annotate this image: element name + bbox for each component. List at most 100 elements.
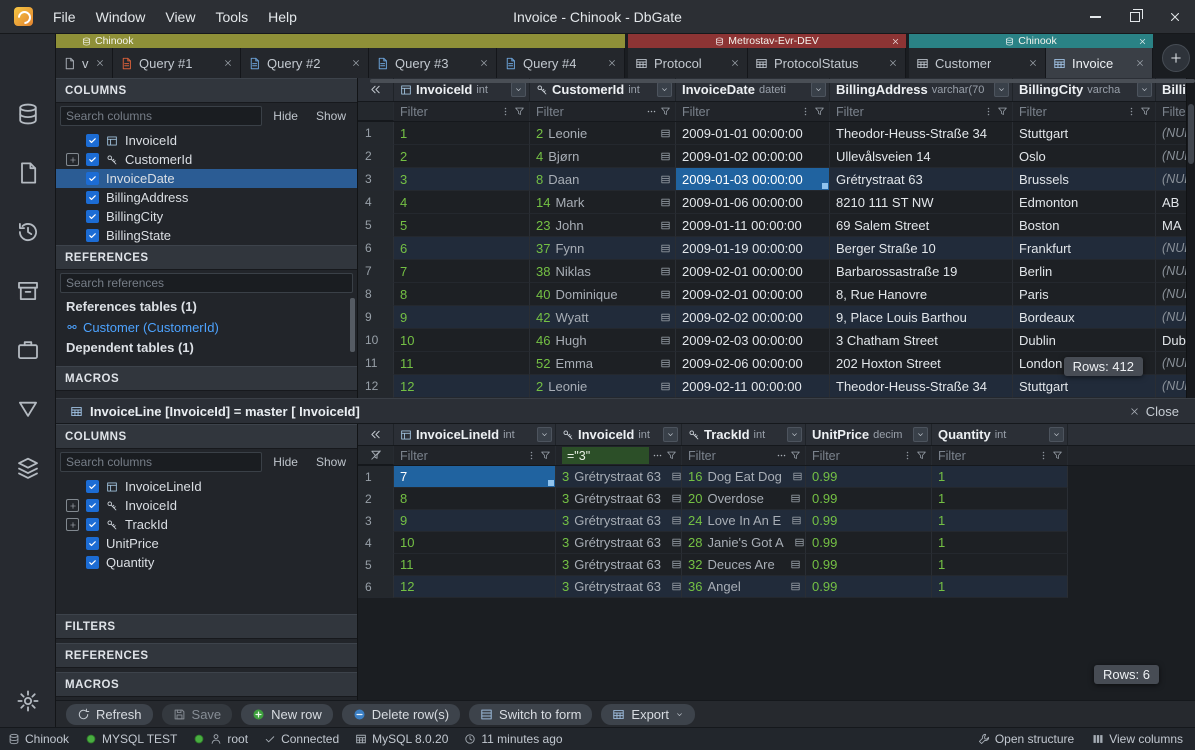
cell-invoicelineid[interactable]: 10	[394, 532, 556, 554]
cell-invoicedate[interactable]: 2009-02-03 00:00:00	[676, 329, 830, 352]
show-columns-button[interactable]: Show	[309, 452, 353, 472]
cell-invoiceid[interactable]: 12	[394, 375, 530, 398]
delete-row-s-button[interactable]: Delete row(s)	[342, 704, 460, 725]
row-number[interactable]: 2	[358, 145, 394, 168]
checkbox-checked[interactable]	[86, 153, 99, 166]
cell-customerid[interactable]: 2Leonie	[530, 375, 676, 398]
row-number[interactable]: 3	[358, 168, 394, 191]
row-number[interactable]: 3	[358, 510, 394, 532]
column-item-billingstate[interactable]: BillingState	[56, 226, 357, 245]
expand-icon[interactable]	[66, 153, 79, 166]
cell-invoiceid[interactable]: 3Grétrystraat 63	[556, 554, 682, 576]
status-open-structure[interactable]: Open structure	[978, 732, 1074, 746]
hide-columns-button[interactable]: Hide	[266, 452, 305, 472]
connection-group-chinook[interactable]: Chinook	[56, 34, 625, 48]
expand-icon[interactable]	[66, 518, 79, 531]
filter-funnel-button[interactable]	[666, 450, 677, 461]
rail-file-button[interactable]	[0, 159, 55, 187]
export-button[interactable]: Export	[601, 704, 695, 725]
cell-invoicedate[interactable]: 2009-01-19 00:00:00	[676, 237, 830, 260]
new-tab-button[interactable]	[1162, 44, 1190, 72]
column-menu-button[interactable]	[511, 82, 526, 97]
close-tab-button[interactable]	[730, 58, 740, 68]
switch-to-form-button[interactable]: Switch to form	[469, 704, 592, 725]
column-header-invoicelineid[interactable]: InvoiceLineIdint	[394, 424, 556, 445]
cell-billingaddress[interactable]: Theodor-Heuss-Straße 34	[830, 122, 1013, 145]
close-tab-button[interactable]	[888, 58, 898, 68]
cell-trackid[interactable]: 24Love In An E	[682, 510, 806, 532]
cell-billingcity[interactable]: Oslo	[1013, 145, 1156, 168]
cell-customerid[interactable]: 8Daan	[530, 168, 676, 191]
column-header-quantity[interactable]: Quantityint	[932, 424, 1068, 445]
filter-menu-button[interactable]	[800, 106, 811, 117]
filter-input-invoicelineid[interactable]: Filter	[394, 446, 556, 465]
minimize-button[interactable]	[1075, 0, 1115, 33]
cell-customerid[interactable]: 2Leonie	[530, 122, 676, 145]
cell-invoicelineid[interactable]: 12	[394, 576, 556, 598]
column-menu-button[interactable]	[1137, 82, 1152, 97]
column-menu-button[interactable]	[787, 427, 802, 442]
tab-query-3[interactable]: Query #3	[369, 48, 497, 78]
column-item-quantity[interactable]: Quantity	[56, 553, 357, 572]
cell-unitprice[interactable]: 0.99	[806, 554, 932, 576]
filter-menu-button[interactable]	[526, 450, 537, 461]
cell-invoiceid[interactable]: 8	[394, 283, 530, 306]
cell-billingaddress[interactable]: Berger Straße 10	[830, 237, 1013, 260]
cell-billingcity[interactable]: Berlin	[1013, 260, 1156, 283]
column-item-trackid[interactable]: TrackId	[56, 515, 357, 534]
filter-menu-button[interactable]	[646, 106, 657, 117]
connection-group-chinook[interactable]: Chinook	[909, 34, 1153, 48]
checkbox-checked[interactable]	[86, 518, 99, 531]
column-menu-button[interactable]	[663, 427, 678, 442]
close-connection-group-button[interactable]	[891, 34, 900, 48]
cell-billingaddress[interactable]: Grétrystraat 63	[830, 168, 1013, 191]
cell-billingaddress[interactable]: 3 Chatham Street	[830, 329, 1013, 352]
close-button[interactable]	[1155, 0, 1195, 33]
column-header-trackid[interactable]: TrackIdint	[682, 424, 806, 445]
cell-customerid[interactable]: 42Wyatt	[530, 306, 676, 329]
filter-funnel-button[interactable]	[916, 450, 927, 461]
filter-input-quantity[interactable]: Filter	[932, 446, 1068, 465]
cell-invoiceid[interactable]: 9	[394, 306, 530, 329]
filter-funnel-button[interactable]	[997, 106, 1008, 117]
cell-trackid[interactable]: 36Angel	[682, 576, 806, 598]
cell-quantity[interactable]: 1	[932, 532, 1068, 554]
cell-quantity[interactable]: 1	[932, 510, 1068, 532]
filter-menu-button[interactable]	[1038, 450, 1049, 461]
cell-unitprice[interactable]: 0.99	[806, 532, 932, 554]
restore-button[interactable]	[1115, 0, 1155, 33]
search-input[interactable]	[60, 106, 262, 126]
cell-billingcity[interactable]: Dublin	[1013, 329, 1156, 352]
filter-input-customerid[interactable]: Filter	[530, 102, 676, 121]
cell-billingcity[interactable]: Brussels	[1013, 168, 1156, 191]
tab-protocol[interactable]: Protocol	[628, 48, 748, 78]
cell-invoicedate[interactable]: 2009-02-01 00:00:00	[676, 260, 830, 283]
close-tab-button[interactable]	[351, 58, 361, 68]
cell-quantity[interactable]: 1	[932, 576, 1068, 598]
cell-billingaddress[interactable]: 8210 111 ST NW	[830, 191, 1013, 214]
filter-input-invoiceid[interactable]: Filter	[394, 102, 530, 121]
tab-vee[interactable]: vee	[56, 48, 113, 78]
panel-scrollbar-thumb[interactable]	[350, 298, 355, 352]
cell-invoiceid[interactable]: 2	[394, 145, 530, 168]
filter-funnel-button[interactable]	[790, 450, 801, 461]
filter-value[interactable]: ="3"	[562, 447, 649, 464]
cell-billingaddress[interactable]: Barbarossastraße 19	[830, 260, 1013, 283]
cell-quantity[interactable]: 1	[932, 554, 1068, 576]
column-item-billingaddress[interactable]: BillingAddress	[56, 188, 357, 207]
column-item-invoiceid[interactable]: InvoiceId	[56, 496, 357, 515]
column-header-unitprice[interactable]: UnitPricedecim	[806, 424, 932, 445]
status-root[interactable]: root	[193, 732, 248, 746]
column-item-customerid[interactable]: CustomerId	[56, 150, 357, 169]
row-number[interactable]: 4	[358, 191, 394, 214]
filter-input-billingaddress[interactable]: Filter	[830, 102, 1013, 121]
clear-filters-button[interactable]	[358, 446, 394, 465]
cell-invoicelineid[interactable]: 9	[394, 510, 556, 532]
filters-section-header[interactable]: FILTERS	[56, 614, 357, 639]
expand-icon[interactable]	[66, 499, 79, 512]
rail-archive-button[interactable]	[0, 277, 55, 305]
menu-file[interactable]: File	[43, 0, 86, 33]
cell-billingaddress[interactable]: 8, Rue Hanovre	[830, 283, 1013, 306]
column-menu-button[interactable]	[994, 82, 1009, 97]
status-mysql-test[interactable]: MYSQL TEST	[85, 732, 177, 746]
